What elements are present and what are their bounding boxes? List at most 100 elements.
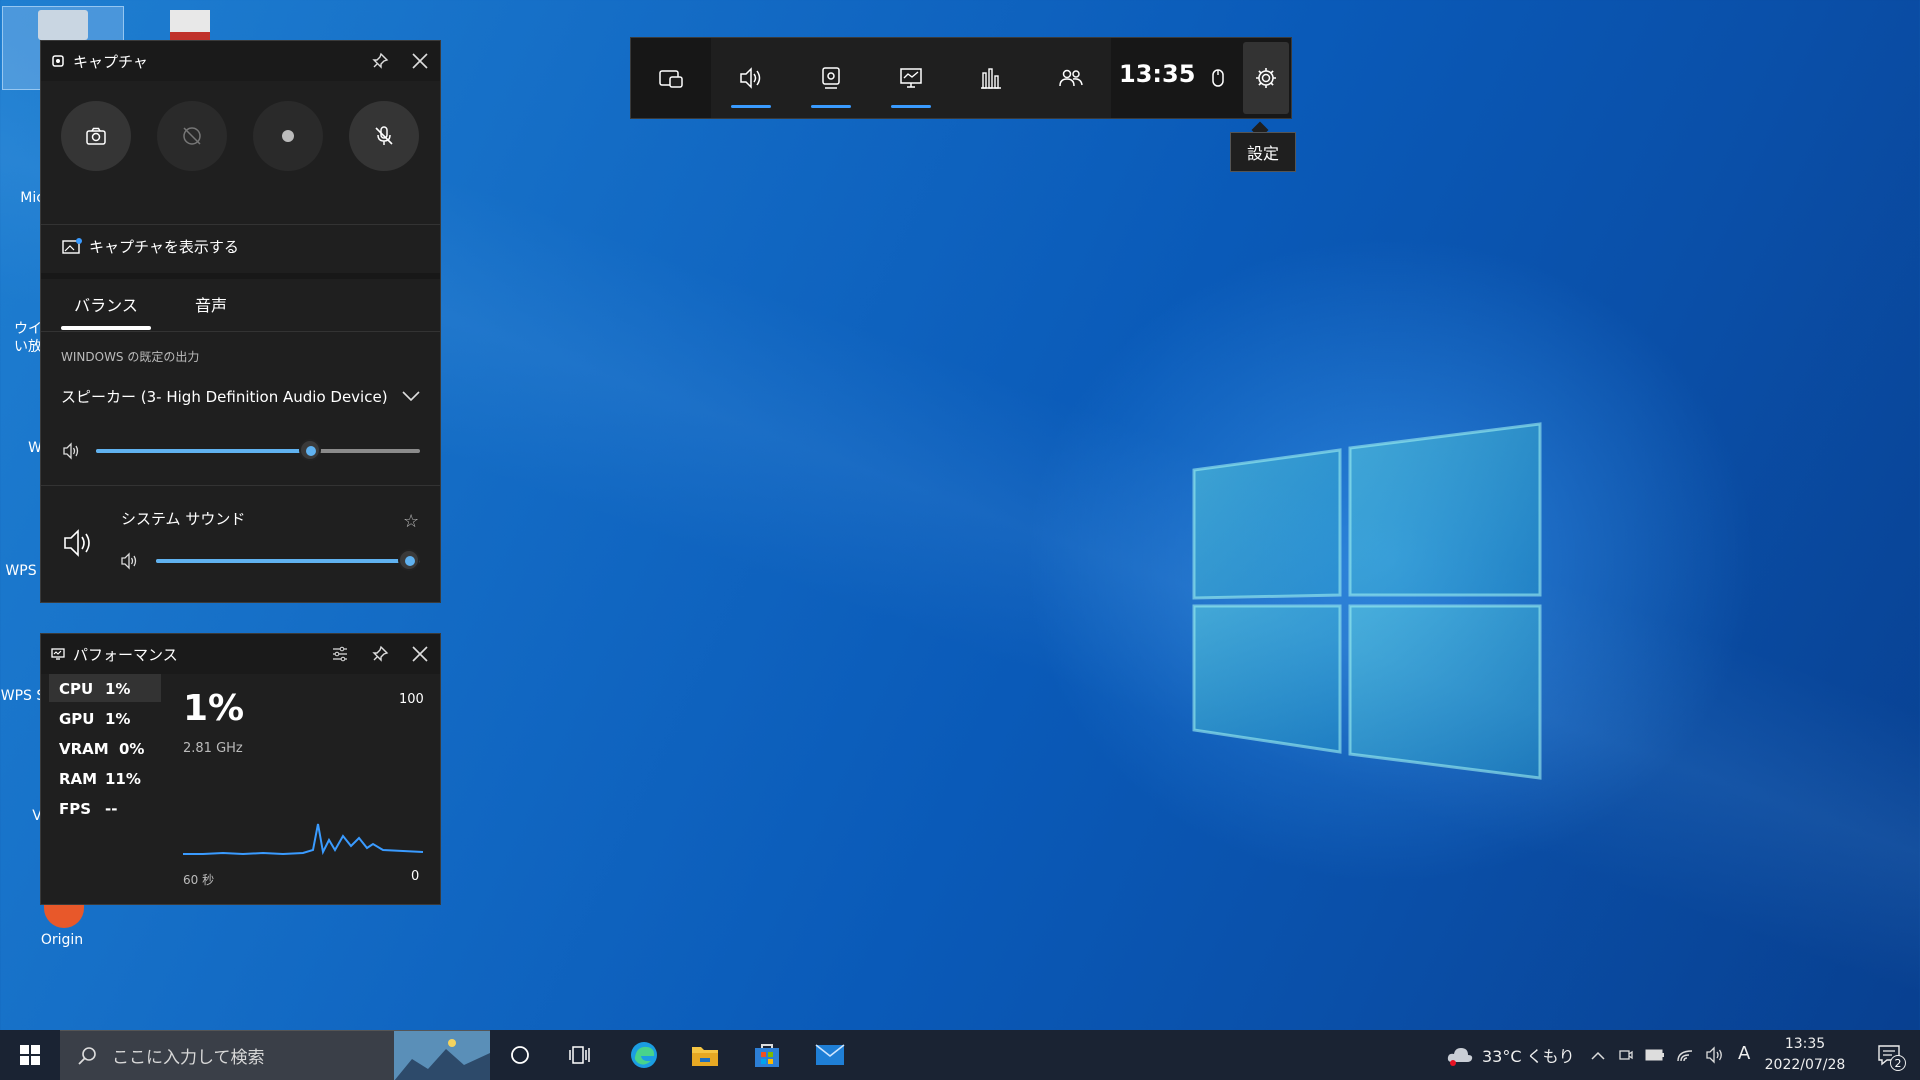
- resources-widget-button[interactable]: [951, 38, 1031, 118]
- performance-title: パフォーマンス: [73, 645, 178, 664]
- performance-icon: [900, 68, 922, 88]
- tray-meet-now-icon[interactable]: [1614, 1030, 1638, 1080]
- record-last-button[interactable]: [157, 101, 227, 171]
- metric-name: VRAM: [59, 740, 109, 758]
- metric-value: 0%: [119, 740, 145, 758]
- widget-menu-button[interactable]: [631, 38, 711, 118]
- game-bar: 13:35: [630, 37, 1292, 119]
- capture-widget: キャプチャ キャプチャを表示する バランス 音声 WINDOWS の既定の出力 …: [40, 40, 441, 603]
- master-volume-fill: [96, 449, 310, 453]
- metric-value: 1%: [105, 680, 131, 698]
- tab-balance[interactable]: バランス: [61, 279, 151, 329]
- desktop-icon-label: WPS: [5, 563, 37, 579]
- clock-time: 13:35: [1784, 1036, 1826, 1052]
- output-device-dropdown[interactable]: スピーカー (3- High Definition Audio Device): [61, 379, 421, 413]
- store-button[interactable]: [745, 1030, 789, 1080]
- mic-toggle-button[interactable]: [349, 101, 419, 171]
- tray-overflow-chevron[interactable]: [1586, 1030, 1610, 1080]
- gallery-icon: [62, 237, 82, 254]
- task-view-button[interactable]: [560, 1030, 600, 1080]
- screenshot-button[interactable]: [61, 101, 131, 171]
- social-widget-button[interactable]: [1031, 38, 1111, 118]
- mouse-setting-button[interactable]: [1193, 38, 1243, 118]
- tab-balance-label: バランス: [74, 296, 138, 315]
- desktop-icon-label: Origin: [40, 932, 84, 948]
- cortana-button[interactable]: [500, 1030, 540, 1080]
- ime-indicator[interactable]: A: [1738, 1043, 1750, 1064]
- system-sound-volume-slider[interactable]: [156, 549, 420, 573]
- close-icon[interactable]: [400, 41, 440, 81]
- close-icon[interactable]: [400, 634, 440, 674]
- start-recording-button[interactable]: [253, 101, 323, 171]
- tab-voice[interactable]: 音声: [171, 279, 251, 329]
- capture-divider: [41, 224, 440, 225]
- active-widget-indicator: [891, 105, 931, 108]
- pin-icon[interactable]: [360, 634, 400, 674]
- metric-vram[interactable]: VRAM 0%: [59, 740, 159, 758]
- metric-name: RAM: [59, 770, 98, 788]
- taskbar-search-box[interactable]: ここに入力して検索: [60, 1030, 490, 1080]
- mail-button[interactable]: [808, 1030, 852, 1080]
- tabs-divider: [41, 331, 440, 332]
- settings-tooltip: 設定: [1230, 132, 1296, 172]
- weather-text: 33°C くもり: [1482, 1047, 1575, 1066]
- capture-title: キャプチャ: [73, 52, 148, 71]
- pin-icon[interactable]: [360, 41, 400, 81]
- cortana-circle-icon: [511, 1046, 529, 1064]
- tab-active-underline: [61, 326, 151, 330]
- edge-browser-icon: [631, 1042, 657, 1068]
- performance-widget: パフォーマンス CPU 1% GPU 1% VRAM 0% RAM 11% FPS -- …: [40, 633, 441, 905]
- graph-min-label: 0: [411, 869, 420, 884]
- favorite-star-icon[interactable]: ☆: [403, 511, 419, 532]
- metric-cpu[interactable]: CPU 1%: [59, 680, 159, 698]
- record-dot-icon: [282, 130, 294, 142]
- pdf-file-icon[interactable]: [170, 10, 210, 40]
- app-volume-fill: [156, 559, 420, 563]
- metric-name: GPU: [59, 710, 95, 728]
- search-icon: [78, 1046, 96, 1065]
- performance-widget-icon: [51, 648, 65, 660]
- options-sliders-icon[interactable]: [320, 634, 360, 674]
- recycle-bin-icon[interactable]: [38, 10, 88, 40]
- capture-icon: [822, 67, 840, 89]
- network-wifi-icon[interactable]: [1672, 1030, 1698, 1080]
- taskbar-clock[interactable]: 13:35 2022/07/28: [1760, 1034, 1850, 1076]
- metric-value: 11%: [105, 770, 141, 788]
- capture-widget-button[interactable]: [791, 38, 871, 118]
- metric-gpu[interactable]: GPU 1%: [59, 710, 159, 728]
- gamebar-time: 13:35: [1119, 60, 1196, 88]
- action-center-button[interactable]: 2: [1866, 1030, 1912, 1080]
- app-speaker-small-icon: [121, 552, 137, 570]
- metric-value: 1%: [105, 710, 131, 728]
- show-captures-link[interactable]: キャプチャを表示する: [61, 236, 239, 257]
- speaker-small-icon: [63, 442, 79, 460]
- mouse-icon: [1212, 69, 1224, 87]
- settings-button[interactable]: [1243, 42, 1289, 114]
- metric-ram[interactable]: RAM 11%: [59, 770, 159, 788]
- folder-icon: [692, 1047, 718, 1066]
- clock-date: 2022/07/28: [1764, 1057, 1846, 1073]
- store-bag-icon: [755, 1044, 779, 1067]
- master-volume-slider[interactable]: [96, 439, 420, 463]
- desktop-icon-label: WPS S: [0, 688, 46, 704]
- active-widget-indicator: [811, 105, 851, 108]
- graph-time-label: 60 秒: [183, 873, 215, 887]
- master-volume-thumb[interactable]: [299, 439, 321, 461]
- file-explorer-button[interactable]: [683, 1030, 727, 1080]
- volume-divider: [41, 485, 440, 486]
- battery-icon[interactable]: [1642, 1030, 1668, 1080]
- metric-name: FPS: [59, 800, 92, 818]
- weather-widget[interactable]: 33°C くもり: [1446, 1030, 1575, 1080]
- start-button[interactable]: [0, 1030, 60, 1080]
- app-volume-thumb[interactable]: [398, 549, 420, 571]
- show-captures-label: キャプチャを表示する: [89, 238, 239, 256]
- edge-taskbar-button[interactable]: [622, 1030, 666, 1080]
- audio-widget-button[interactable]: [711, 38, 791, 118]
- metric-fps[interactable]: FPS --: [59, 800, 159, 818]
- desktop-icon-origin[interactable]: Origin: [27, 932, 97, 948]
- default-output-label: WINDOWS の既定の出力: [61, 350, 200, 364]
- volume-tray-icon[interactable]: [1702, 1030, 1728, 1080]
- performance-widget-button[interactable]: [871, 38, 951, 118]
- windows-start-icon: [20, 1045, 40, 1065]
- gear-icon: [1256, 68, 1276, 88]
